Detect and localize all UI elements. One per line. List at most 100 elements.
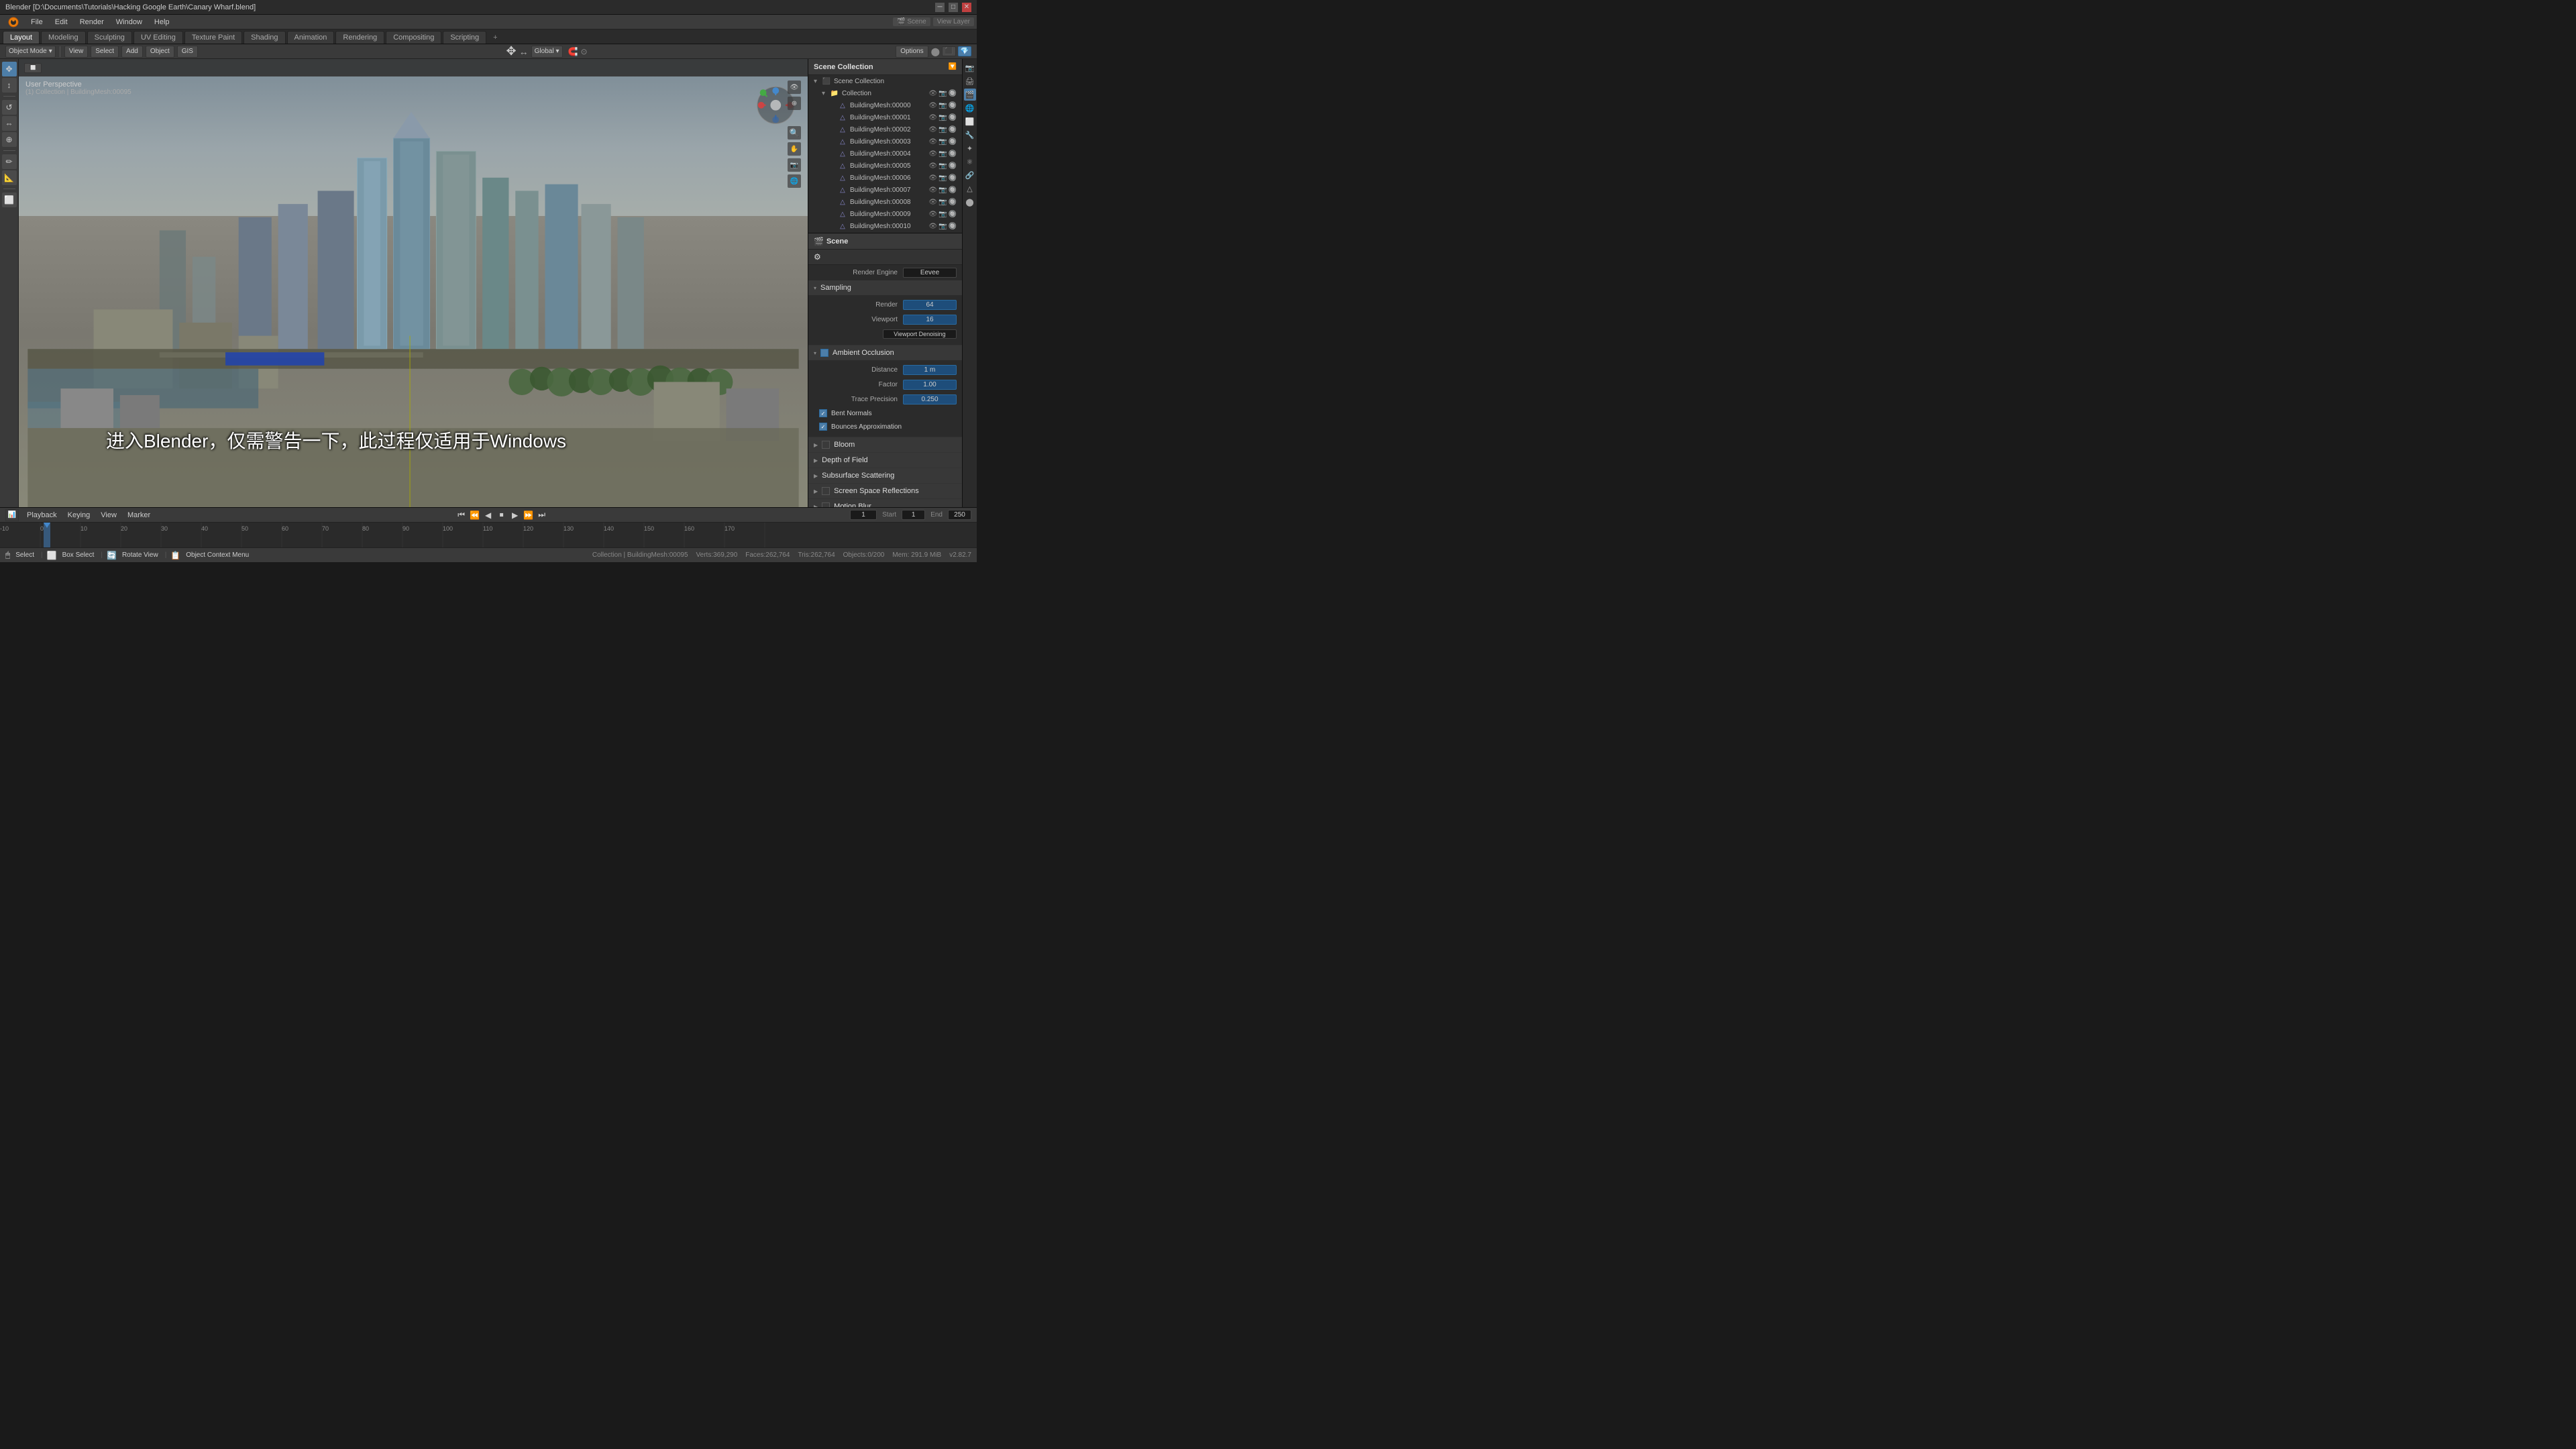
- modifier-properties-tab[interactable]: 🔧: [964, 129, 976, 141]
- visibility-icon[interactable]: 👁: [928, 90, 937, 97]
- jump-end-btn[interactable]: ⏭: [537, 510, 547, 521]
- motion-blur-checkbox[interactable]: [822, 502, 830, 507]
- render-icon[interactable]: 🔘: [949, 90, 957, 97]
- outliner-item-mesh-6[interactable]: ▾ △ BuildingMesh:00006 👁 📷 🔘: [808, 172, 962, 184]
- outliner-item-mesh-10[interactable]: ▾ △ BuildingMesh:00010 👁 📷 🔘: [808, 220, 962, 232]
- tab-uv-editing[interactable]: UV Editing: [133, 31, 183, 44]
- timeline-editor-type[interactable]: 📊: [5, 509, 19, 521]
- proportional-edit[interactable]: ⊙: [581, 47, 588, 56]
- viewport[interactable]: 🔲 User Perspective (1) Collection | Buil…: [19, 59, 808, 507]
- measure-icon[interactable]: 📐: [2, 170, 17, 185]
- view-layer-selector[interactable]: View Layer: [933, 17, 974, 26]
- outliner-item-mesh-1[interactable]: ▾ △ BuildingMesh:00001 👁 📷 🔘: [808, 111, 962, 123]
- menu-blender[interactable]: [3, 15, 24, 29]
- transform-icon[interactable]: ⊕: [2, 132, 17, 147]
- rotate-icon[interactable]: ↺: [2, 100, 17, 115]
- render-properties-tab[interactable]: 📷: [964, 62, 976, 74]
- restrict-icon[interactable]: 📷: [938, 114, 947, 121]
- zoom-in-btn[interactable]: 🔍: [788, 126, 801, 140]
- viewport-samples-value[interactable]: 16: [903, 315, 957, 325]
- hand-btn[interactable]: ✋: [788, 142, 801, 156]
- step-back-btn[interactable]: ⏪: [470, 510, 480, 521]
- bloom-header[interactable]: ▶ Bloom: [808, 437, 962, 452]
- distance-value[interactable]: 1 m: [903, 365, 957, 375]
- status-box-select-btn[interactable]: Box Select: [60, 551, 97, 559]
- scale-icon[interactable]: ⇔: [2, 116, 17, 131]
- play-back-btn[interactable]: ◀: [483, 510, 494, 521]
- cursor-icon[interactable]: ✥: [2, 62, 17, 76]
- material-tab[interactable]: ⬤: [964, 196, 976, 208]
- tab-shading[interactable]: Shading: [244, 31, 285, 44]
- object-mode-dropdown[interactable]: Object Mode ▾: [5, 46, 56, 58]
- menu-help[interactable]: Help: [149, 17, 175, 28]
- overlay-toggle[interactable]: 👁: [788, 80, 801, 94]
- render-engine-dropdown[interactable]: Eevee: [903, 268, 957, 278]
- move-tool[interactable]: ↔: [519, 46, 529, 57]
- physics-tab[interactable]: ⚛: [964, 156, 976, 168]
- world-properties-tab[interactable]: 🌐: [964, 102, 976, 114]
- outliner-item-collection[interactable]: ▾ 📁 Collection 👁 📷 🔘: [808, 87, 962, 99]
- restrict-icon[interactable]: 📷: [938, 102, 947, 109]
- restrict-icon[interactable]: 📷: [938, 90, 947, 97]
- start-frame-field[interactable]: 1: [902, 510, 925, 520]
- add-menu-btn[interactable]: Add: [121, 46, 143, 58]
- outliner-item-scene-collection[interactable]: ▾ ⬛ Scene Collection: [808, 75, 962, 87]
- ao-header[interactable]: ▾ Ambient Occlusion: [808, 345, 962, 360]
- ao-checkbox[interactable]: [820, 349, 828, 357]
- maximize-button[interactable]: □: [949, 3, 958, 12]
- status-rotate-btn[interactable]: Rotate View: [119, 551, 161, 559]
- select-menu-btn[interactable]: Select: [91, 46, 119, 58]
- sss-header[interactable]: ▶ Subsurface Scattering: [808, 468, 962, 483]
- trace-precision-value[interactable]: 0.250: [903, 394, 957, 405]
- bloom-checkbox[interactable]: [822, 441, 830, 449]
- move-icon[interactable]: ↕: [2, 78, 17, 93]
- tab-layout[interactable]: Layout: [3, 31, 40, 44]
- ssr-header[interactable]: ▶ Screen Space Reflections: [808, 484, 962, 498]
- gizmo-toggle[interactable]: ⊕: [788, 97, 801, 110]
- menu-file[interactable]: File: [25, 17, 48, 28]
- editor-type-btn[interactable]: 🔲: [24, 63, 42, 73]
- view-menu-btn[interactable]: View: [64, 46, 89, 58]
- bounces-approx-checkbox[interactable]: ✓: [819, 423, 827, 431]
- outliner-item-mesh-5[interactable]: ▾ △ BuildingMesh:00005 👁 📷 🔘: [808, 160, 962, 172]
- dof-header[interactable]: ▶ Depth of Field: [808, 453, 962, 468]
- outliner-item-mesh-3[interactable]: ▾ △ BuildingMesh:00003 👁 📷 🔘: [808, 136, 962, 148]
- motion-blur-header[interactable]: ▶ Motion Blur: [808, 499, 962, 507]
- object-data-tab[interactable]: △: [964, 182, 976, 195]
- annotate-icon[interactable]: ✏: [2, 154, 17, 169]
- close-button[interactable]: ✕: [962, 3, 971, 12]
- tab-texture-paint[interactable]: Texture Paint: [184, 31, 242, 44]
- timeline-menu-keying[interactable]: Keying: [65, 511, 93, 519]
- visibility-icon[interactable]: 👁: [928, 114, 937, 121]
- tab-compositing[interactable]: Compositing: [386, 31, 441, 44]
- viewport-denoising-btn[interactable]: Viewport Denoising: [883, 329, 957, 339]
- outliner-item-mesh-7[interactable]: ▾ △ BuildingMesh:00007 👁 📷 🔘: [808, 184, 962, 196]
- outliner-item-mesh-0[interactable]: ▾ △ BuildingMesh:00000 👁 📷 🔘: [808, 99, 962, 111]
- outliner-filter-btn[interactable]: 🔽: [949, 63, 957, 70]
- render-icon[interactable]: 🔘: [949, 114, 957, 121]
- factor-value[interactable]: 1.00: [903, 380, 957, 390]
- tab-scripting[interactable]: Scripting: [443, 31, 486, 44]
- tab-modeling[interactable]: Modeling: [41, 31, 86, 44]
- timeline-menu-playback[interactable]: Playback: [24, 511, 60, 519]
- gis-menu-btn[interactable]: GIS: [177, 46, 198, 58]
- step-fwd-btn[interactable]: ⏩: [523, 510, 534, 521]
- world-btn[interactable]: 🌐: [788, 174, 801, 188]
- camera-btn[interactable]: 📷: [788, 158, 801, 172]
- tab-rendering[interactable]: Rendering: [335, 31, 384, 44]
- object-menu-btn[interactable]: Object: [146, 46, 174, 58]
- outliner-item-mesh-9[interactable]: ▾ △ BuildingMesh:00009 👁 📷 🔘: [808, 208, 962, 220]
- outliner-item-mesh-4[interactable]: ▾ △ BuildingMesh:00004 👁 📷 🔘: [808, 148, 962, 160]
- timeline-body[interactable]: -10 0 10 20 30 40 50 60 70 80 90 100 110…: [0, 523, 977, 547]
- render-value[interactable]: 64: [903, 300, 957, 310]
- scene-selector[interactable]: 🎬 Scene: [893, 17, 930, 26]
- status-context-btn[interactable]: Object Context Menu: [183, 551, 252, 559]
- timeline-menu-view[interactable]: View: [98, 511, 119, 519]
- options-btn[interactable]: Options: [896, 46, 928, 58]
- outliner-item-mesh-8[interactable]: ▾ △ BuildingMesh:00008 👁 📷 🔘: [808, 196, 962, 208]
- jump-start-btn[interactable]: ⏮: [456, 510, 467, 521]
- cursor-tool[interactable]: ✥: [506, 44, 517, 58]
- constraints-tab[interactable]: 🔗: [964, 169, 976, 181]
- end-frame-field[interactable]: 250: [948, 510, 971, 520]
- menu-window[interactable]: Window: [111, 17, 148, 28]
